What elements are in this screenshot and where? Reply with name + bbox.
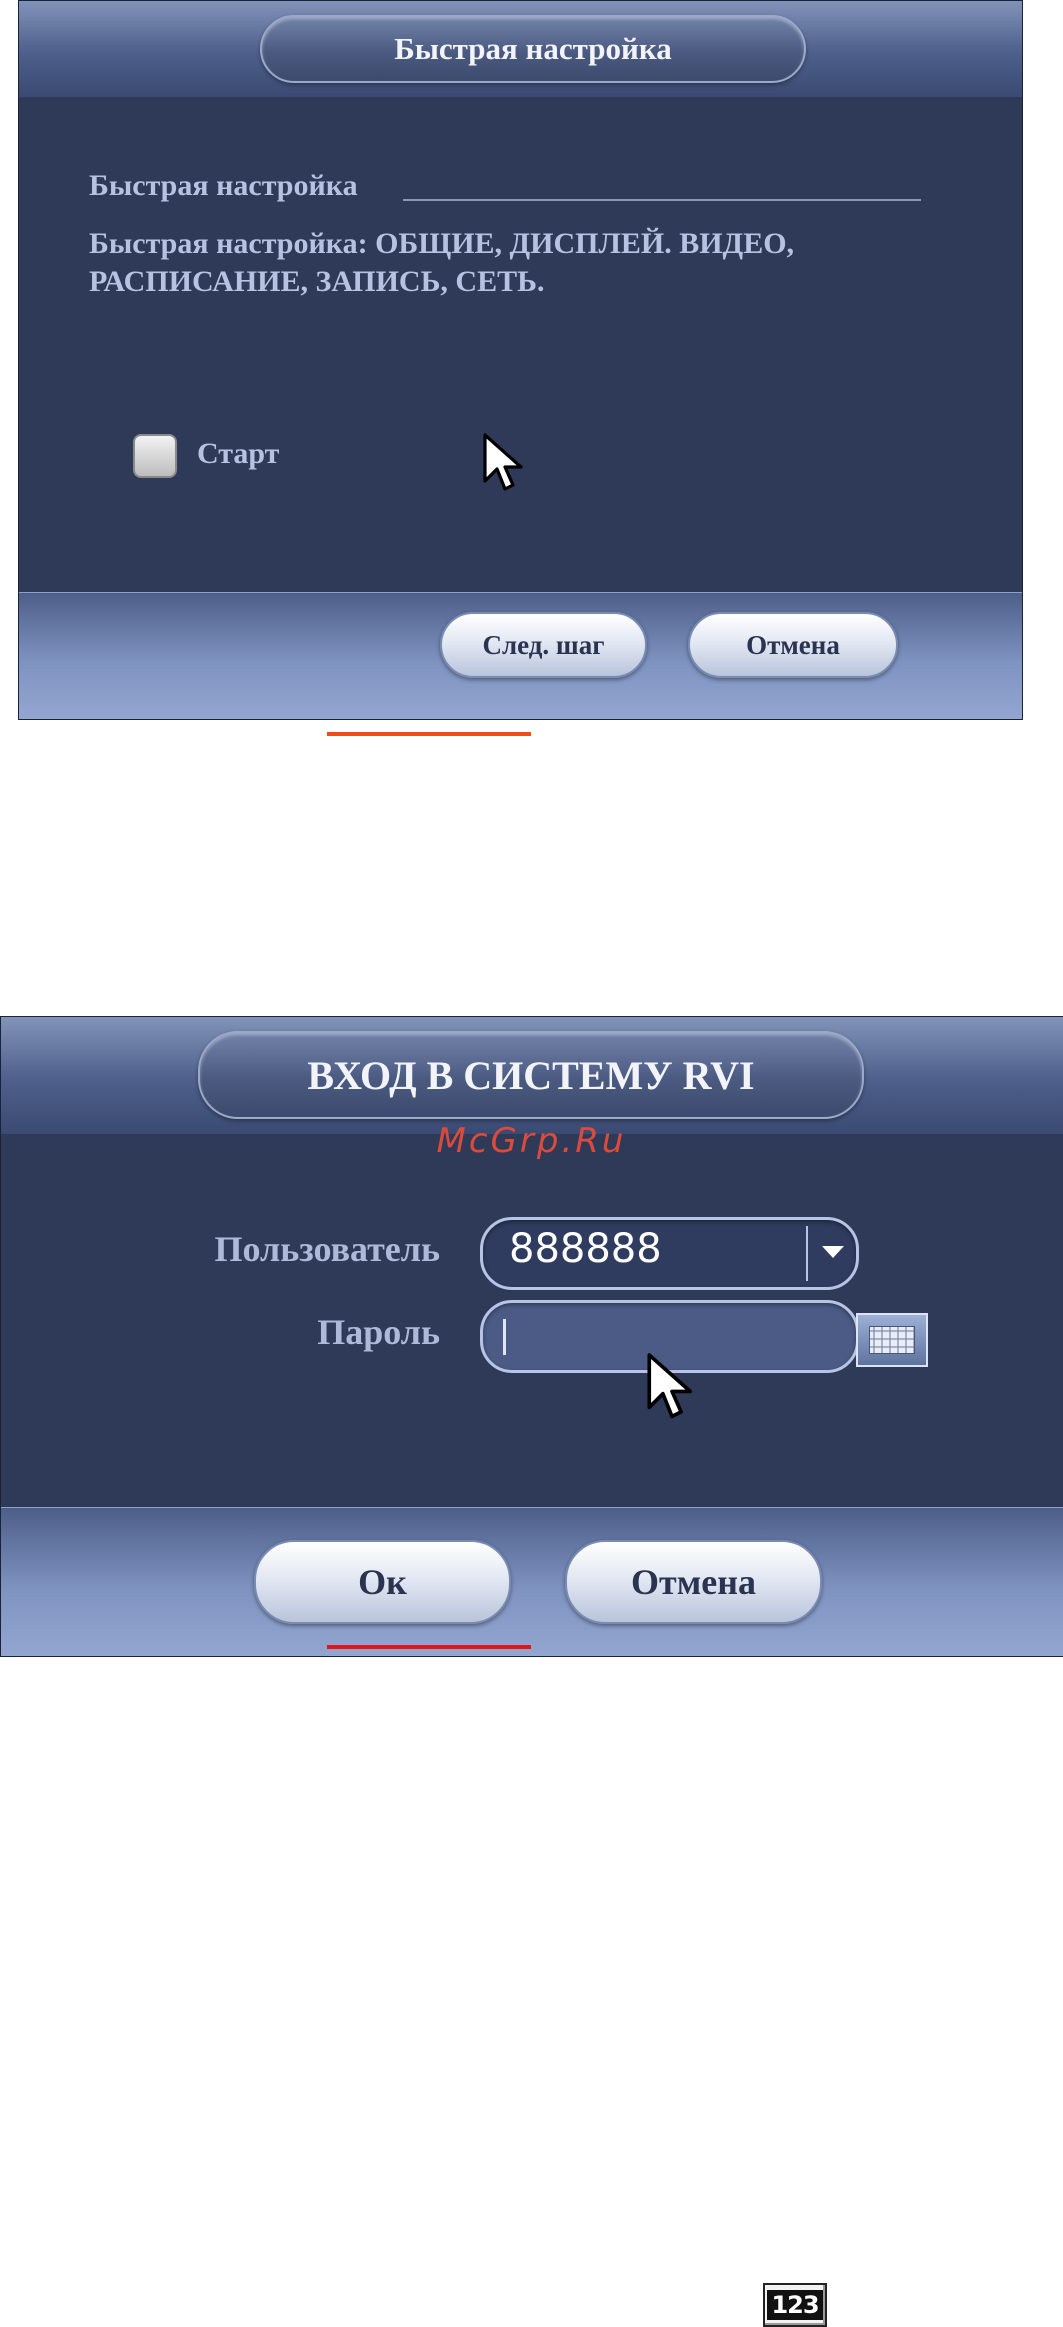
red-underline [327,1645,531,1649]
text-caret [503,1319,506,1355]
keyboard-button[interactable] [856,1313,928,1367]
quick-setup-dialog: Быстрая настройка Быстрая настройка Быст… [18,0,1023,720]
dialog-footer: Ок Отмена [1,1507,1063,1656]
cancel-button[interactable]: Отмена [565,1540,822,1624]
dialog-title: ВХОД В СИСТЕМУ RVI [198,1031,864,1119]
dropdown-separator [806,1226,808,1281]
start-checkbox[interactable] [133,434,177,478]
title-bar: Быстрая настройка [19,1,1022,97]
mouse-pointer-icon [483,433,523,491]
user-label: Пользователь [214,1229,440,1269]
watermark: McGrp.Ru [436,1121,627,1161]
user-select[interactable]: 888888 [480,1217,859,1290]
dialog-title: Быстрая настройка [260,15,806,83]
orange-underline [327,732,531,736]
user-value: 888888 [509,1226,662,1272]
numeric-keyboard-text: 123 [767,2290,823,2320]
section-label: Быстрая настройка [89,169,358,202]
chevron-down-icon[interactable] [822,1246,844,1258]
dialog-body: Быстрая настройка Быстрая настройка: ОБЩ… [19,97,1022,593]
ok-button[interactable]: Ок [254,1540,511,1624]
dialog-footer: След. шаг Отмена [19,592,1022,719]
title-bar: ВХОД В СИСТЕМУ RVI [1,1017,1063,1134]
description-text: Быстрая настройка: ОБЩИЕ, ДИСПЛЕЙ. ВИДЕО… [89,227,795,298]
next-step-button[interactable]: След. шаг [440,612,647,678]
section-divider [403,199,921,201]
password-label: Пароль [317,1312,440,1352]
start-checkbox-label[interactable]: Старт [197,437,279,471]
keyboard-icon [869,1326,915,1354]
numeric-keyboard-icon: 123 [763,2283,827,2327]
mouse-pointer-icon [647,1353,693,1419]
cancel-button[interactable]: Отмена [688,612,898,678]
